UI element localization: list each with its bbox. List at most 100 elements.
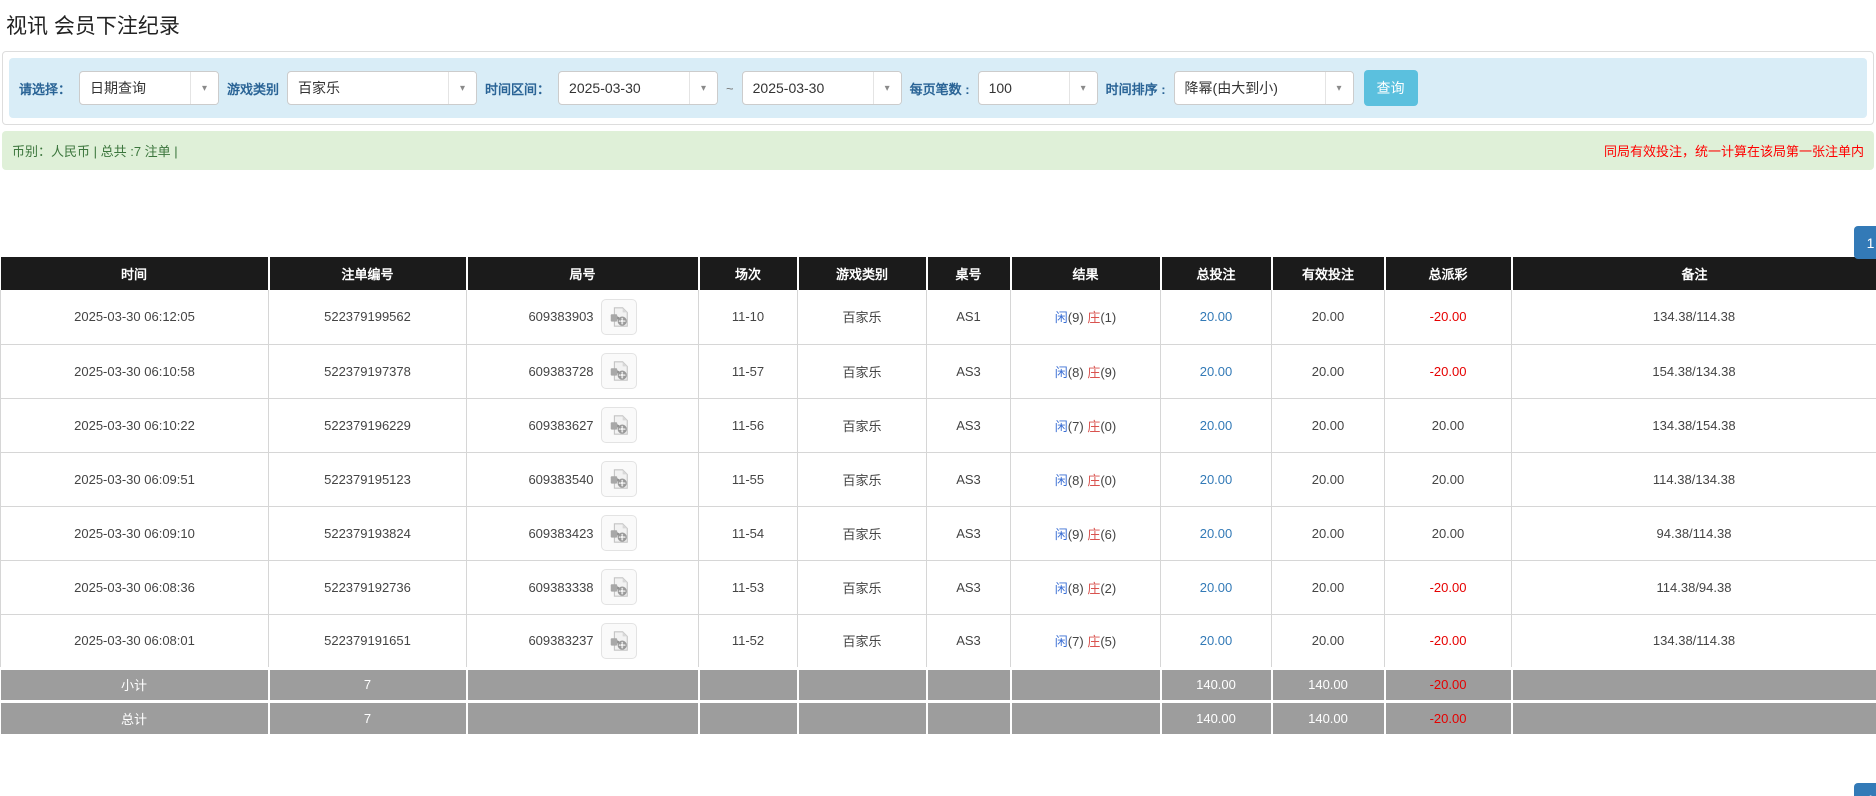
result-player: 闲 (1054, 472, 1068, 488)
video-replay-button[interactable] (600, 461, 637, 497)
date-to-select[interactable]: 2025-03-30 ▾ (741, 71, 902, 105)
column-header: 备注 (1510, 257, 1876, 290)
cell-table-no: AS3 (926, 343, 1011, 399)
column-header: 结果 (1009, 257, 1162, 290)
video-replay-button[interactable] (600, 298, 637, 335)
column-header: 场次 (697, 257, 799, 290)
result-player-score: (7) (1067, 634, 1084, 649)
video-icon (610, 523, 628, 543)
time-sort-select[interactable]: 降幂(由大到小) ▾ (1173, 71, 1354, 105)
round-number: 609383423 (528, 525, 594, 541)
result-player: 闲 (1054, 634, 1068, 649)
pagination-page-button-bottom[interactable]: 1 (1854, 783, 1876, 796)
cell-remark: 134.38/114.38 (1511, 613, 1876, 669)
result-player-score: (8) (1067, 580, 1084, 596)
date-from-select[interactable]: 2025-03-30 ▾ (558, 71, 719, 105)
date-from-value: 2025-03-30 (569, 80, 641, 96)
cell-remark: 94.38/114.38 (1511, 505, 1876, 561)
cell-total-bet: 20.00 (1160, 613, 1272, 669)
page: 视讯 会员下注纪录 请选择： 日期查询 ▾ 游戏类别 百家乐 ▾ 时间区间： 2… (0, 13, 1876, 796)
cell-round-id: 609383627 (466, 397, 699, 453)
cell-payout: -20.00 (1384, 343, 1512, 399)
video-replay-button[interactable] (600, 407, 637, 443)
chevron-down-icon[interactable]: ▾ (872, 72, 901, 104)
cell-round-id: 609383423 (466, 505, 699, 561)
cell-payout: -20.00 (1384, 290, 1512, 345)
result-banker: 庄 (1087, 418, 1101, 434)
cell-result: 闲(7) 庄(5) (1010, 613, 1161, 669)
time-sort-label: 时间排序 : (1105, 81, 1166, 97)
column-header: 有效投注 (1270, 257, 1386, 290)
cell-session: 11-54 (698, 505, 798, 561)
column-header: 总投注 (1159, 257, 1273, 290)
query-type-label: 请选择： (19, 81, 72, 97)
cell-game: 百家乐 (797, 397, 927, 453)
cell-game: 百家乐 (797, 505, 927, 561)
chevron-down-icon[interactable]: ▾ (1324, 72, 1353, 104)
cell-session: 11-57 (698, 343, 798, 399)
time-range-label: 时间区间： (485, 81, 551, 97)
cell-result: 闲(7) 庄(0) (1010, 397, 1161, 453)
cell-remark: 134.38/154.38 (1511, 397, 1876, 453)
video-icon (610, 469, 628, 489)
chevron-down-icon[interactable]: ▾ (448, 72, 477, 104)
result-banker: 庄 (1087, 310, 1101, 326)
cell-result: 闲(8) 庄(0) (1010, 451, 1161, 507)
table-row: 2025-03-30 06:08:01 522379191651 609383237… (0, 613, 1876, 669)
chevron-down-icon[interactable]: ▾ (689, 72, 718, 104)
column-header: 局号 (465, 257, 700, 290)
page-size-label: 每页笔数 : (909, 81, 970, 97)
video-replay-button[interactable] (600, 622, 637, 659)
cell-game: 百家乐 (797, 343, 927, 399)
query-type-select[interactable]: 日期查询 ▾ (79, 71, 220, 105)
range-tilde: ~ (726, 80, 734, 96)
table-row: 2025-03-30 06:10:58 522379197378 609383728… (0, 343, 1876, 399)
cell-table-no: AS1 (926, 290, 1011, 345)
cell-game: 百家乐 (797, 451, 927, 507)
cell-remark: 114.38/94.38 (1511, 559, 1876, 615)
cell-table-no: AS3 (926, 451, 1011, 507)
chevron-down-icon[interactable]: ▾ (1068, 72, 1097, 104)
game-type-label: 游戏类别 (227, 81, 280, 97)
search-button[interactable]: 查询 (1363, 70, 1418, 106)
table-row: 2025-03-30 06:12:05 522379199562 609383903… (0, 290, 1876, 345)
cell-round-id: 609383728 (466, 343, 699, 399)
cell-bet-id: 522379191651 (268, 613, 467, 669)
video-icon (610, 361, 628, 381)
cell-time: 2025-03-30 06:08:36 (0, 559, 269, 615)
cell-result: 闲(9) 庄(6) (1010, 505, 1161, 561)
cell-valid-bet: 20.00 (1271, 505, 1385, 561)
column-header: 注单编号 (267, 257, 468, 290)
cell-valid-bet: 20.00 (1271, 559, 1385, 615)
chevron-down-icon[interactable]: ▾ (190, 72, 219, 104)
total-cell: -20.00 (1383, 699, 1513, 734)
pagination-page-button-top[interactable]: 1 (1854, 226, 1876, 259)
subtotal-cell (796, 666, 928, 701)
summary-warning-text: 同局有效投注，统一计算在该局第一张注单内 (1603, 144, 1864, 159)
subtotal-cell: 140.00 (1159, 666, 1273, 701)
cell-total-bet: 20.00 (1160, 559, 1272, 615)
cell-time: 2025-03-30 06:10:58 (0, 343, 269, 399)
cell-payout: -20.00 (1384, 559, 1512, 615)
page-title: 视讯 会员下注纪录 (6, 15, 180, 38)
round-number: 609383237 (528, 633, 594, 648)
result-banker: 庄 (1087, 634, 1101, 649)
cell-bet-id: 522379195123 (268, 451, 467, 507)
table-header-row: 时间 注单编号 局号 场次 游戏类别 桌号 结果 总投注 有效投注 总派彩 备注 (0, 257, 1876, 290)
game-type-select[interactable]: 百家乐 ▾ (287, 71, 478, 105)
cell-remark: 114.38/134.38 (1511, 451, 1876, 507)
summary-text: 币别：人民币 | 总共 :7 注单 | (12, 144, 178, 159)
video-replay-button[interactable] (600, 353, 637, 389)
video-icon (610, 577, 628, 597)
cell-table-no: AS3 (926, 613, 1011, 669)
date-to-value: 2025-03-30 (752, 80, 825, 96)
page-size-select[interactable]: 100 ▾ (977, 71, 1098, 105)
subtotal-cell (465, 666, 700, 701)
table-row: 2025-03-30 06:09:10 522379193824 609383423… (0, 505, 1876, 561)
cell-total-bet: 20.00 (1160, 505, 1272, 561)
cell-table-no: AS3 (926, 397, 1011, 453)
subtotal-cell (1510, 666, 1876, 701)
video-replay-button[interactable] (600, 515, 637, 551)
cell-bet-id: 522379197378 (268, 343, 467, 399)
video-replay-button[interactable] (600, 569, 637, 605)
